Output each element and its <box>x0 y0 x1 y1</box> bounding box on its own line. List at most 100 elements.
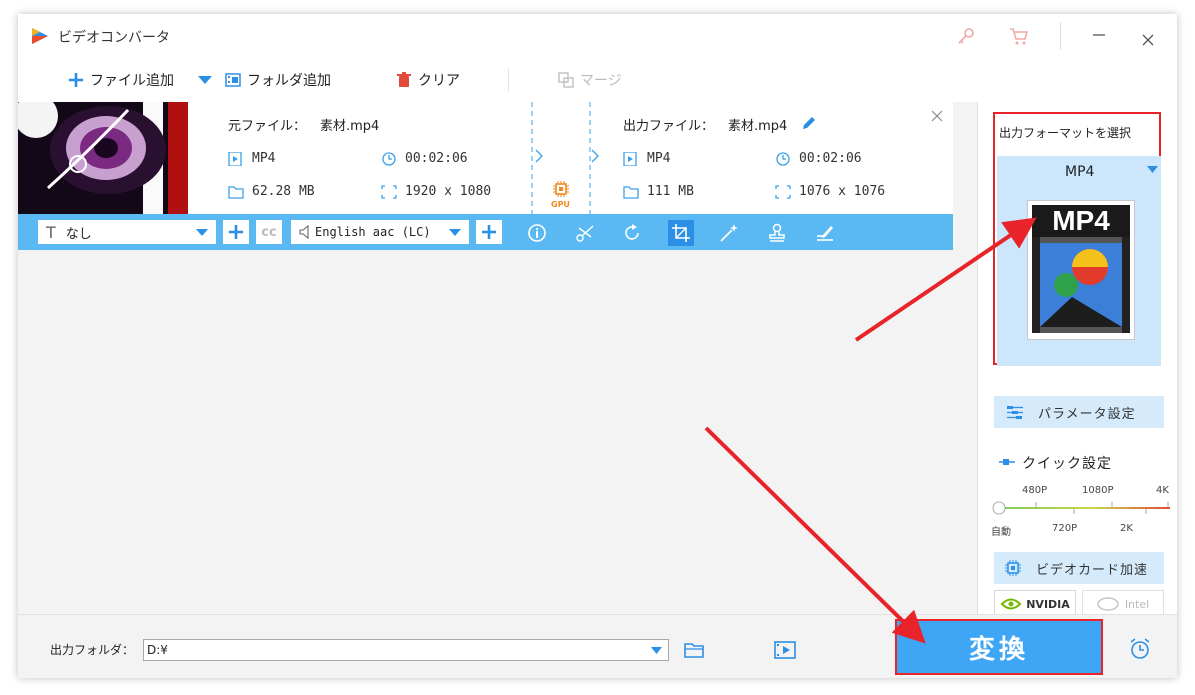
gpu-label: GPU <box>551 200 570 209</box>
speaker-icon <box>299 225 309 239</box>
window-title: ビデオコンバータ <box>58 30 170 46</box>
gpu-acceleration-label: ビデオカード加速 <box>1036 562 1149 578</box>
rotate-icon <box>625 224 639 240</box>
quality-auto: 自動 <box>991 527 1011 538</box>
text-icon: T <box>46 222 56 242</box>
audio-track-select[interactable]: English aac (LC) <box>291 220 469 244</box>
source-size: 62.28 MB <box>228 184 315 199</box>
convert-button[interactable]: 変換 <box>895 619 1103 675</box>
merge-button[interactable]: マージ <box>558 68 622 92</box>
parameter-settings-button[interactable]: パラメータ設定 <box>994 396 1164 428</box>
source-format: MP4 <box>228 151 275 166</box>
mp4-icon-text: MP4 <box>1032 205 1130 237</box>
app-logo-icon <box>32 28 48 44</box>
film-strip-icon <box>1032 237 1130 333</box>
video-preview-icon[interactable] <box>774 640 796 660</box>
clock-icon <box>776 151 790 166</box>
format-selector[interactable]: MP4 MP4 <box>997 156 1161 366</box>
output-file-name: 素材.mp4 <box>728 119 788 134</box>
format-value: MP4 <box>1065 164 1095 180</box>
close-icon[interactable] <box>1142 34 1154 46</box>
thumbnail-image <box>18 102 188 214</box>
cart-icon[interactable] <box>1008 26 1030 46</box>
video-thumbnail[interactable] <box>18 102 188 214</box>
rotate-button[interactable] <box>622 222 644 244</box>
minimize-icon[interactable] <box>1092 30 1106 40</box>
magic-wand-icon <box>720 224 738 242</box>
quality-4k: 4K <box>1156 485 1169 496</box>
add-file-label: ファイル追加 <box>90 73 174 89</box>
sliders-icon <box>1007 406 1023 419</box>
output-duration: 00:02:06 <box>775 151 862 166</box>
output-resolution: 1076 x 1076 <box>775 184 885 199</box>
intel-label: Intel <box>1124 597 1150 611</box>
gpu-chip-icon <box>553 181 569 197</box>
app-window: ビデオコンバータ ファイル追加 フォルダ追加 クリア マージ 元ファイル： 素材… <box>18 14 1177 678</box>
folder-icon <box>228 185 244 199</box>
audio-track-value: English aac (LC) <box>315 225 431 239</box>
quick-settings-icon <box>999 459 1015 465</box>
quick-settings-title: クイック設定 <box>1022 456 1112 472</box>
open-folder-icon[interactable] <box>684 641 706 659</box>
parameter-settings-label: パラメータ設定 <box>1038 406 1136 422</box>
subtitle-edit-button[interactable] <box>814 222 836 244</box>
toolbar-divider <box>508 68 509 92</box>
quality-2k: 2K <box>1120 523 1133 534</box>
source-size-value: 62.28 MB <box>252 184 315 199</box>
resolution-icon <box>381 184 397 199</box>
output-format-value: MP4 <box>647 151 671 166</box>
edit-pencil-icon[interactable] <box>801 115 817 131</box>
add-file-button[interactable]: ファイル追加 <box>68 68 174 92</box>
watermark-button[interactable] <box>766 222 788 244</box>
title-divider <box>1060 22 1061 50</box>
quality-slider[interactable] <box>992 500 1170 520</box>
crop-icon <box>672 224 690 242</box>
add-subtitle-button[interactable] <box>223 220 249 244</box>
source-format-value: MP4 <box>252 151 276 166</box>
toolbar: ファイル追加 フォルダ追加 クリア マージ <box>18 58 1177 102</box>
plus-icon <box>69 73 83 87</box>
gpu-acceleration-button[interactable]: ビデオカード加速 <box>994 552 1164 584</box>
output-file-label: 出力ファイル： <box>623 119 715 134</box>
plus-icon <box>229 225 243 239</box>
clear-label: クリア <box>418 73 460 89</box>
quality-480p: 480P <box>1022 485 1048 496</box>
format-header: 出力フォーマットを選択 <box>999 126 1132 140</box>
output-folder-label: 出力フォルダ： <box>50 643 135 657</box>
source-resolution: 1920 x 1080 <box>381 184 491 199</box>
alarm-clock-icon[interactable] <box>1128 637 1152 661</box>
merge-icon <box>558 72 574 88</box>
crop-button[interactable] <box>668 220 694 246</box>
chevron-down-icon <box>449 229 461 236</box>
source-duration-value: 00:02:06 <box>405 151 468 166</box>
title-bar: ビデオコンバータ <box>18 14 1177 58</box>
remove-task-icon[interactable] <box>931 110 943 122</box>
output-resolution-value: 1076 x 1076 <box>799 184 886 199</box>
key-icon[interactable] <box>956 26 976 46</box>
closed-caption-button[interactable]: cc <box>256 220 282 244</box>
convert-label: 変換 <box>968 634 1029 665</box>
video-file-icon <box>228 151 242 166</box>
output-folder-field[interactable]: D:¥ <box>143 639 669 661</box>
film-folder-icon <box>225 73 241 87</box>
chevron-down-icon <box>1147 166 1158 173</box>
cut-button[interactable] <box>574 222 596 244</box>
settings-panel: 出力フォーマットを選択 MP4 MP4 パラメータ設定 クイック設定 480P … <box>977 102 1177 618</box>
clock-icon <box>382 151 396 166</box>
effects-button[interactable] <box>718 222 740 244</box>
output-folder-value: D:¥ <box>147 643 168 657</box>
source-file-name: 素材.mp4 <box>320 119 380 134</box>
add-file-dropdown-icon[interactable] <box>198 76 212 85</box>
intel-logo-icon <box>1097 597 1119 611</box>
add-folder-button[interactable]: フォルダ追加 <box>225 68 331 92</box>
cc-icon: cc <box>261 224 277 240</box>
output-duration-value: 00:02:06 <box>799 151 862 166</box>
subtitle-select[interactable]: T なし <box>38 220 216 244</box>
quality-720p: 720P <box>1052 523 1078 534</box>
quality-1080p: 1080P <box>1082 485 1114 496</box>
clear-button[interactable]: クリア <box>396 68 460 92</box>
output-size-value: 111 MB <box>647 184 694 199</box>
info-button[interactable] <box>526 222 548 244</box>
output-size: 111 MB <box>623 184 694 199</box>
add-audio-button[interactable] <box>476 220 502 244</box>
